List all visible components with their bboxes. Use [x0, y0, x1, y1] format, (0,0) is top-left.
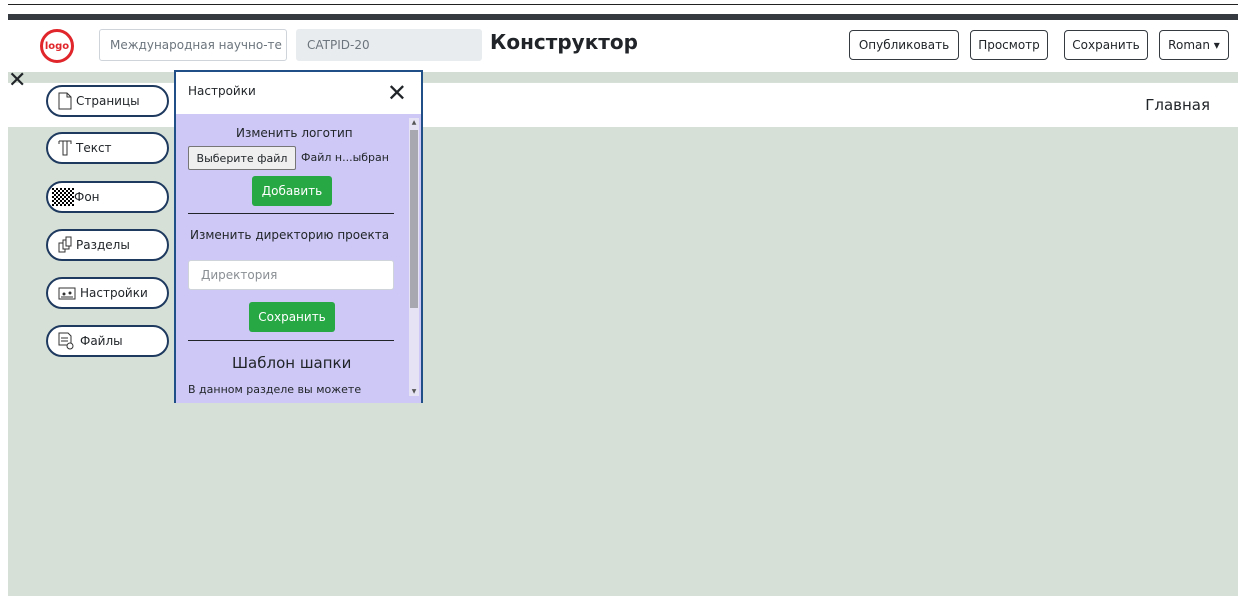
choose-file-button[interactable]: Выберите файл — [188, 146, 296, 170]
change-logo-label: Изменить логотип — [236, 126, 353, 140]
save-button[interactable]: Сохранить — [1064, 30, 1148, 60]
user-menu-button[interactable]: Roman ▾ — [1159, 30, 1229, 60]
sidebar-item-label: Текст — [76, 141, 112, 155]
header: logo Международная научно-те CATPID-20 К… — [8, 20, 1238, 72]
divider — [188, 340, 394, 341]
logo[interactable]: logo — [40, 29, 74, 63]
sidebar-item-label: Файлы — [80, 334, 123, 348]
save-directory-button[interactable]: Сохранить — [249, 302, 335, 332]
scroll-up-icon[interactable]: ▲ — [409, 119, 419, 126]
sidebar-item-label: Фон — [74, 190, 100, 204]
sidebar-item-background[interactable]: Фон — [46, 181, 169, 213]
project-code-input[interactable]: CATPID-20 — [296, 29, 482, 61]
settings-panel-header: Настройки ✕ — [176, 72, 421, 114]
page-icon — [58, 92, 72, 110]
file-status: Файл н...ыбран — [301, 151, 389, 164]
sections-icon — [58, 236, 72, 253]
add-logo-button[interactable]: Добавить — [252, 176, 332, 206]
settings-panel: Настройки ✕ Изменить логотип Выберите фа… — [174, 70, 423, 403]
settings-icon — [58, 287, 76, 300]
preview-button[interactable]: Просмотр — [970, 30, 1048, 60]
header-template-title: Шаблон шапки — [232, 354, 352, 372]
page-title: Конструктор — [490, 30, 638, 54]
checker-icon — [52, 188, 74, 206]
directory-input[interactable]: Директория — [188, 260, 394, 290]
sidebar-item-files[interactable]: Файлы — [46, 325, 169, 357]
sidebar-item-label: Разделы — [76, 238, 130, 252]
top-line — [8, 4, 1238, 5]
sidebar-item-label: Настройки — [80, 286, 148, 300]
sidebar-item-settings[interactable]: Настройки — [46, 277, 169, 309]
settings-panel-title: Настройки — [188, 84, 256, 98]
settings-panel-body[interactable]: Изменить логотип Выберите файл Файл н...… — [176, 114, 421, 403]
panel-scrollbar[interactable]: ▲ ▼ — [409, 118, 419, 396]
scroll-down-icon[interactable]: ▼ — [409, 388, 419, 395]
sidebar-close-icon[interactable]: ✕ — [8, 70, 26, 92]
divider — [188, 213, 394, 214]
sidebar-item-label: Страницы — [76, 94, 140, 108]
project-name-input[interactable]: Международная научно-те — [99, 29, 287, 61]
sidebar-item-sections[interactable]: Разделы — [46, 229, 169, 261]
text-icon — [58, 140, 72, 156]
change-directory-label: Изменить директорию проекта — [190, 228, 390, 242]
header-template-desc: В данном разделе вы можете — [188, 383, 362, 396]
close-icon[interactable]: ✕ — [387, 79, 407, 107]
logo-text: logo — [44, 40, 70, 52]
sidebar-item-text[interactable]: Текст — [46, 132, 169, 164]
scrollbar-thumb[interactable] — [410, 130, 418, 308]
sidebar-item-pages[interactable]: Страницы — [46, 85, 169, 117]
files-icon — [58, 332, 74, 350]
breadcrumb-current[interactable]: Главная — [1145, 96, 1210, 114]
publish-button[interactable]: Опубликовать — [849, 30, 959, 60]
